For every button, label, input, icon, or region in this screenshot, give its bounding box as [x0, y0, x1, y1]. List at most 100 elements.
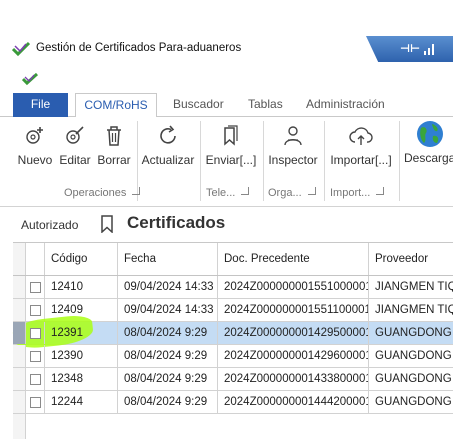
cell-doc-precedente: 2024Z000000001551000001: [218, 276, 369, 298]
row-checkbox[interactable]: [29, 281, 41, 293]
cell-codigo: 12410: [45, 276, 118, 298]
status-label: Autorizado: [21, 218, 79, 232]
ribbon-tabs: File COM/RoHS Buscador Tablas Administra…: [0, 93, 453, 118]
column-header-codigo[interactable]: Código: [45, 243, 118, 275]
cell-doc-precedente: 2024Z000000001551100001: [218, 299, 369, 321]
cell-proveedor: GUANGDONG C: [375, 396, 453, 408]
table-row-selected[interactable]: 12391 08/04/2024 9:29 2024Z0000000014295…: [11, 313, 453, 351]
row-checkbox-cell: [26, 276, 45, 298]
nuevo-label: Nuevo: [17, 153, 53, 167]
cell-doc-precedente: 2024Z000000001429600001: [218, 345, 369, 367]
tab-com-rohs[interactable]: COM/RoHS: [75, 93, 157, 118]
cell-fecha: 08/04/2024 9:29: [118, 345, 218, 367]
inspector-button[interactable]: Inspector: [266, 117, 320, 179]
tab-administracion[interactable]: Administración: [306, 93, 385, 117]
group-orga: Orga...: [268, 187, 316, 199]
window-title: Gestión de Certificados Para-aduaneros: [36, 42, 242, 54]
app-window: Gestión de Certificados Para-aduaneros ⊣…: [0, 0, 453, 439]
cell-fecha: 08/04/2024 9:29: [118, 322, 218, 344]
row-checkbox[interactable]: [29, 373, 41, 385]
enviar-button[interactable]: Enviar[...]: [203, 117, 259, 179]
dialog-launcher-icon[interactable]: [376, 187, 385, 195]
cell-codigo: 12244: [45, 391, 118, 413]
row-checkbox[interactable]: [29, 396, 41, 408]
row-indicator: [13, 276, 26, 298]
cell-codigo: 12391: [45, 322, 118, 344]
column-header-doc-precedente[interactable]: Doc. Precedente: [218, 243, 369, 275]
group-import: Import...: [330, 187, 385, 199]
check-logo-icon: [12, 41, 30, 57]
group-tele: Tele...: [206, 187, 250, 199]
cell-fecha: 09/04/2024 14:33: [118, 299, 218, 321]
cell-fecha: 09/04/2024 14:33: [118, 276, 218, 298]
actualizar-button[interactable]: Actualizar: [140, 117, 196, 179]
cell-doc-precedente: 2024Z000000001429500001: [218, 322, 369, 344]
tab-tablas[interactable]: Tablas: [248, 93, 283, 117]
ribbon-separator: [200, 121, 201, 201]
cell-fecha: 08/04/2024 9:29: [118, 368, 218, 390]
group-operaciones-label: Operaciones: [64, 187, 127, 199]
document-header: Autorizado Certificados: [13, 210, 453, 238]
column-header-fecha[interactable]: Fecha: [118, 243, 218, 275]
borrar-label: Borrar: [97, 153, 131, 167]
cell-proveedor: JIANGMEN TIQ: [375, 304, 453, 316]
row-checkbox[interactable]: [29, 327, 41, 339]
cell-doc-precedente: 2024Z000000001433800001: [218, 368, 369, 390]
borrar-button[interactable]: Borrar: [96, 117, 132, 179]
table-row[interactable]: 12410 09/04/2024 14:33 2024Z000000001551…: [13, 276, 453, 299]
column-header-proveedor[interactable]: Proveedor: [369, 243, 453, 275]
editar-button[interactable]: Editar: [57, 117, 93, 179]
row-checkbox[interactable]: [29, 350, 41, 362]
row-checkbox-cell: [26, 322, 45, 344]
bookmark-icon: [101, 215, 113, 233]
tab-file[interactable]: File: [13, 93, 68, 117]
connection-status-panel[interactable]: ⊣⊢: [366, 36, 453, 62]
dialog-launcher-icon[interactable]: [307, 187, 316, 195]
inspector-icon: [284, 126, 302, 146]
importar-label: Importar[...]: [330, 153, 392, 167]
certificates-table: Código Fecha Doc. Precedente Proveedor 1…: [11, 242, 453, 439]
edit-gear-icon: [66, 126, 84, 144]
row-checkbox-cell: [26, 345, 45, 367]
ribbon: Nuevo Editar Borrar Actualizar Enviar[..…: [0, 117, 453, 207]
descargar-button[interactable]: Descarga: [404, 117, 453, 179]
cell-proveedor: GUANGDONG C: [375, 373, 453, 385]
connection-icon: ⊣⊢: [400, 43, 421, 55]
signal-icon: [424, 44, 434, 55]
row-indicator-header: [13, 243, 26, 275]
group-operaciones: Operaciones: [64, 187, 141, 199]
row-checkbox-cell: [26, 368, 45, 390]
cloud-upload-icon: [349, 127, 373, 145]
row-indicator: [13, 322, 26, 344]
ribbon-separator: [324, 121, 325, 201]
cell-codigo: 12348: [45, 368, 118, 390]
trash-icon: [107, 126, 121, 146]
row-indicator: [13, 345, 26, 367]
current-row-marker: [13, 322, 25, 344]
row-indicator: [13, 299, 26, 321]
dialog-launcher-icon[interactable]: [132, 187, 141, 195]
page-title: Certificados: [127, 213, 226, 232]
cell-codigo: 12390: [45, 345, 118, 367]
enviar-label: Enviar[...]: [205, 153, 257, 167]
checkbox-header: [26, 243, 45, 275]
cell-proveedor: GUANGDONG C: [375, 327, 453, 339]
cell-doc-precedente: 2024Z000000001444200001: [218, 391, 369, 413]
nuevo-button[interactable]: Nuevo: [16, 117, 54, 179]
row-checkbox[interactable]: [29, 304, 41, 316]
tab-buscador[interactable]: Buscador: [173, 93, 224, 117]
ribbon-separator: [399, 121, 400, 201]
title-bar: Gestión de Certificados Para-aduaneros ⊣…: [0, 36, 453, 64]
add-gear-icon: [26, 127, 43, 144]
table-row[interactable]: 12244 08/04/2024 9:29 2024Z0000000014442…: [13, 391, 453, 414]
cell-proveedor: JIANGMEN TIQ: [375, 281, 453, 293]
refresh-icon: [160, 125, 176, 144]
group-import-label: Import...: [330, 187, 371, 199]
descargar-label: Descarga: [404, 151, 453, 165]
table-header-row: Código Fecha Doc. Precedente Proveedor: [13, 243, 453, 276]
quick-access-check-icon[interactable]: [22, 72, 38, 86]
table-row[interactable]: 12348 08/04/2024 9:29 2024Z0000000014338…: [13, 368, 453, 391]
importar-button[interactable]: Importar[...]: [327, 117, 395, 179]
table-row[interactable]: 12390 08/04/2024 9:29 2024Z0000000014296…: [13, 345, 453, 368]
dialog-launcher-icon[interactable]: [241, 187, 250, 195]
